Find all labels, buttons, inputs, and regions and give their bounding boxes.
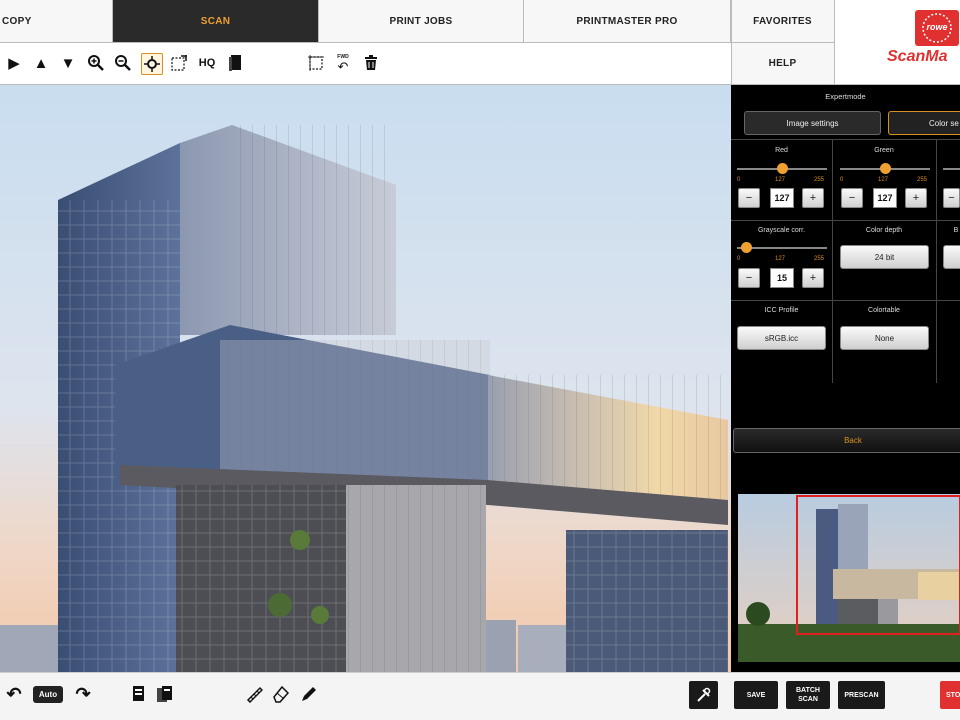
image-settings-label: Image settings [786,118,839,128]
red-value: 127 [770,188,794,208]
red-min: 0 [737,177,741,183]
tab-copy-label: COPY [2,15,32,27]
colortable-value: None [874,333,895,343]
hq-toggle[interactable]: HQ [196,53,218,73]
crop-select-icon[interactable] [169,53,189,73]
green-max: 255 [917,177,928,183]
color-settings-button[interactable]: Color se [888,111,960,135]
save-button[interactable]: SAVE [734,681,778,709]
back-button[interactable]: Back [733,428,960,453]
colortable-label: Colortable [868,307,900,314]
scan-preview[interactable] [0,85,731,672]
tab-copy[interactable]: COPY [0,0,113,43]
ruler-icon[interactable] [244,684,264,704]
book-mode-icon[interactable] [226,53,246,73]
icc-profile-select[interactable]: sRGB.icc [737,326,826,350]
icc-profile-value: sRGB.icc [764,333,799,343]
arrow-up-icon[interactable]: ▲ [31,53,51,73]
icc-profile-label: ICC Profile [764,307,799,314]
tab-scan-label: SCAN [200,15,231,27]
green-slider-knob[interactable] [880,163,891,174]
red-label: Red [775,147,788,154]
auto-label: Auto [38,690,58,699]
eraser-icon[interactable] [271,684,291,704]
hq-label: HQ [198,57,216,69]
wrench-icon [696,687,710,702]
thumbnail-preview[interactable] [738,494,960,662]
batch-scan-button[interactable]: BATCH SCAN [786,681,830,709]
colortable-select[interactable]: None [840,326,929,350]
tab-printmaster-pro-label: PRINTMASTER PRO [576,15,678,27]
tab-scan[interactable]: SCAN [113,0,319,43]
zoom-fit-icon[interactable] [141,53,163,75]
rowe-badge-text: rowe [926,22,948,32]
green-increment-button[interactable]: + [905,188,927,208]
tools-button[interactable] [689,681,718,709]
green-value: 127 [873,188,897,208]
color-depth-select[interactable]: 24 bit [840,245,929,269]
prescan-label: PRESCAN [844,691,879,699]
rowe-badge-icon: rowe [915,10,959,46]
red-slider-knob[interactable] [777,163,788,174]
expert-panel: Expertmode Image settings Color se Red 0… [731,85,960,672]
blue-slider-track[interactable] [943,168,960,170]
green-decrement-button[interactable]: − [841,188,863,208]
help-button[interactable]: HELP [731,43,835,85]
tab-printmaster-pro[interactable]: PRINTMASTER PRO [524,0,731,43]
grayscale-increment-button[interactable]: + [802,268,824,288]
grayscale-mid: 127 [775,256,786,262]
redo-icon[interactable]: ↷ [73,684,93,704]
zoom-in-icon[interactable] [86,53,106,73]
red-max: 255 [814,177,825,183]
pen-icon[interactable] [299,684,319,704]
grayscale-slider-knob[interactable] [741,242,752,253]
favorites-label: FAVORITES [753,15,812,27]
brand-logo: rowe ScanMa [835,0,960,85]
brand-name: ScanMa [887,48,948,65]
single-page-icon[interactable] [128,684,148,704]
green-min: 0 [840,177,844,183]
back-label: Back [844,436,862,445]
stop-button[interactable]: STO [940,681,960,709]
prescan-button[interactable]: PRESCAN [838,681,885,709]
grayscale-max: 255 [814,256,825,262]
red-mid: 127 [775,177,786,183]
green-label: Green [874,147,894,154]
blue-decrement-button[interactable]: − [943,188,960,208]
red-increment-button[interactable]: + [802,188,824,208]
favorites-button[interactable]: FAVORITES [731,0,835,43]
grayscale-min: 0 [737,256,741,262]
tab-print-jobs-label: PRINT JOBS [389,15,453,27]
green-mid: 127 [878,177,889,183]
multi-page-icon[interactable] [155,684,175,704]
col3-select[interactable] [943,245,960,269]
col3-label: B [953,227,959,234]
rotate-fwd-icon[interactable]: FWD ↶ [333,53,353,73]
select-area-icon[interactable] [306,53,326,73]
stop-label: STO [946,691,960,699]
color-depth-label: Color depth [865,227,903,234]
arrow-down-icon[interactable]: ▼ [58,53,78,73]
color-settings-label: Color se [929,118,959,128]
grayscale-value: 15 [770,268,794,288]
color-depth-value: 24 bit [874,252,895,262]
grayscale-label: Grayscale corr. [757,227,806,234]
save-label: SAVE [746,691,766,699]
help-label: HELP [768,58,797,69]
auto-button[interactable]: Auto [33,686,63,703]
thumbnail-image [738,494,960,662]
arrow-right-icon[interactable]: ▶ [4,53,24,73]
zoom-out-icon[interactable] [113,53,133,73]
trash-icon[interactable] [361,53,381,73]
batch-label-1: BATCH [796,687,820,694]
undo-icon[interactable]: ↶ [4,684,24,704]
batch-label-2: SCAN [798,696,818,703]
grayscale-decrement-button[interactable]: − [738,268,760,288]
tab-print-jobs[interactable]: PRINT JOBS [319,0,524,43]
red-decrement-button[interactable]: − [738,188,760,208]
building-image [0,85,731,672]
image-settings-button[interactable]: Image settings [744,111,881,135]
expert-title: Expertmode [825,92,866,101]
